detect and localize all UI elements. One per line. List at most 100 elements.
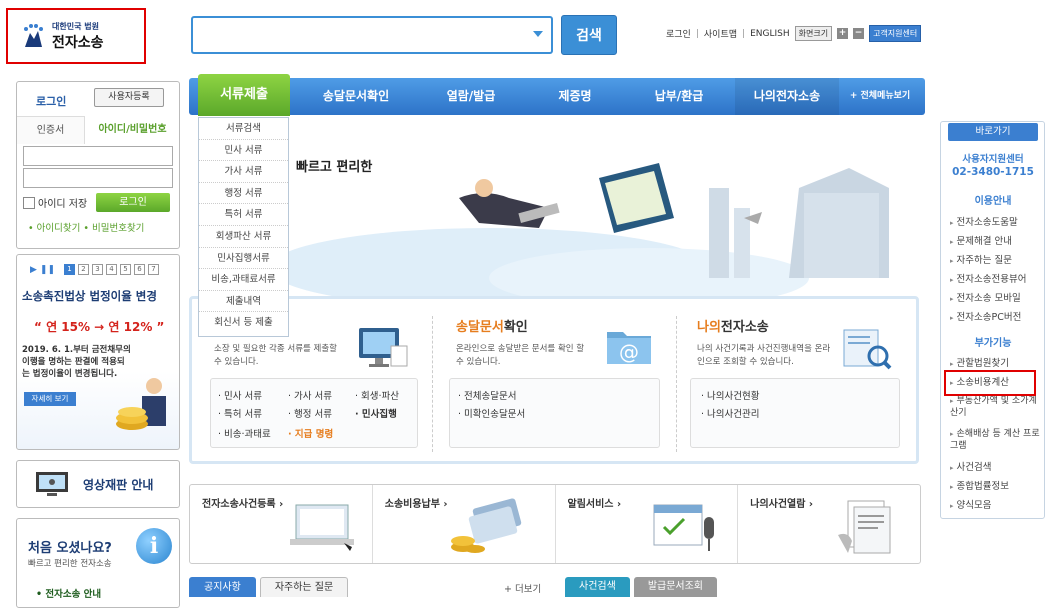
nav-delivery[interactable]: 송달문서확인 bbox=[297, 78, 415, 115]
shortcut-alert-service[interactable]: 알림서비스 › bbox=[556, 485, 739, 563]
banner-page[interactable]: 2 bbox=[78, 264, 90, 275]
banner-page[interactable]: 7 bbox=[148, 264, 160, 275]
sitemap-link[interactable]: 사이트맵 bbox=[704, 27, 737, 40]
find-password-link[interactable]: • 비밀번호찾기 bbox=[83, 223, 144, 234]
main-nav: 송달문서확인 열람/발급 제증명 납부/환급 나의전자소송 + 전체메뉴보기 서… bbox=[189, 74, 925, 116]
quick-link[interactable]: 양식모음 bbox=[950, 499, 1042, 513]
s3-title[interactable]: 나의전자소송 bbox=[697, 316, 769, 335]
zoom-out-button[interactable]: − bbox=[853, 28, 865, 39]
link-my-case-status[interactable]: · 나의사건현황 bbox=[701, 388, 759, 402]
banner-more-button[interactable]: 자세히 보기 bbox=[24, 392, 76, 406]
nav-my-litigation[interactable]: 나의전자소송 bbox=[735, 78, 839, 115]
support-center-button[interactable]: 고객지원센터 bbox=[869, 25, 922, 42]
menu-execution-docs[interactable]: 민사집행서류 bbox=[199, 248, 288, 270]
quick-link[interactable]: 전자소송도움말 bbox=[950, 216, 1042, 230]
banner-page[interactable]: 6 bbox=[134, 264, 146, 275]
save-id-checkbox[interactable]: 아이디 저장 bbox=[23, 195, 87, 210]
menu-civil-docs[interactable]: 민사 서류 bbox=[199, 140, 288, 162]
tab-faq[interactable]: 자주하는 질문 bbox=[259, 577, 349, 597]
link-family-docs[interactable]: · 가사 서류 bbox=[288, 388, 332, 402]
extra-heading: 부가기능 bbox=[974, 338, 1012, 349]
register-button[interactable]: 사용자등록 bbox=[94, 88, 164, 107]
support-phone: 02-3480-1715 bbox=[952, 166, 1034, 178]
zoom-label: 화면크기 bbox=[794, 26, 833, 41]
menu-patent-docs[interactable]: 특허 서류 bbox=[199, 204, 288, 226]
link-patent-docs[interactable]: · 특허 서류 bbox=[218, 406, 262, 420]
menu-nonlitigation-docs[interactable]: 비송,과태료서류 bbox=[199, 269, 288, 291]
password-field[interactable] bbox=[23, 168, 173, 188]
link-my-case-manage[interactable]: · 나의사건관리 bbox=[701, 406, 759, 420]
find-id-link[interactable]: • 아이디찾기 bbox=[28, 223, 80, 234]
quick-link[interactable]: 자주하는 질문 bbox=[950, 254, 1042, 268]
menu-admin-docs[interactable]: 행정 서류 bbox=[199, 183, 288, 205]
link-nonlitigation[interactable]: · 비송·과태료 bbox=[218, 426, 271, 440]
quick-link[interactable]: 종합법률정보 bbox=[950, 480, 1042, 494]
menu-bankruptcy-docs[interactable]: 회생파산 서류 bbox=[199, 226, 288, 248]
documents-hand-icon bbox=[838, 500, 891, 554]
s3-desc: 나의 사건기록과 사건진행내역을 온라인으로 조회할 수 있습니다. bbox=[697, 344, 831, 367]
quick-link[interactable]: 손해배상 등 계산 프로그램 bbox=[950, 428, 1042, 452]
highlight-box bbox=[944, 370, 1036, 396]
nav-document-submit[interactable]: 서류제출 bbox=[198, 74, 290, 116]
quick-link[interactable]: 전자소송 모바일 bbox=[950, 292, 1042, 306]
link-all-delivery[interactable]: · 전체송달문서 bbox=[458, 388, 516, 402]
chevron-down-icon[interactable] bbox=[533, 31, 543, 37]
nav-payment[interactable]: 납부/환급 bbox=[623, 78, 735, 115]
shortcut-cost-payment[interactable]: 소송비용납부 › bbox=[373, 485, 556, 563]
email-folder-icon: @ bbox=[607, 332, 651, 364]
tab-certificate[interactable]: 인증서 bbox=[17, 116, 85, 144]
shortcut-case-view[interactable]: 나의사건열람 › bbox=[738, 485, 920, 563]
banner-page[interactable]: 3 bbox=[92, 264, 104, 275]
video-trial-box[interactable]: 영상재판 안내 bbox=[16, 460, 180, 508]
more-link[interactable]: + 더보기 bbox=[504, 581, 541, 595]
login-link[interactable]: 로그인 bbox=[666, 27, 691, 40]
banner-page[interactable]: 4 bbox=[106, 264, 118, 275]
menu-doc-search[interactable]: 서류검색 bbox=[199, 118, 288, 140]
quick-link[interactable]: 전자소송전용뷰어 bbox=[950, 273, 1042, 287]
search-input[interactable] bbox=[191, 16, 553, 54]
support-center-name: 사용자지원센터 bbox=[962, 154, 1024, 165]
quick-link[interactable]: 사건검색 bbox=[950, 461, 1042, 475]
quick-link[interactable]: 전자소송PC버전 bbox=[950, 311, 1042, 325]
hero-text: 빠르고 편리한 bbox=[296, 160, 373, 175]
link-payment-order[interactable]: · 지급 명령 bbox=[288, 426, 333, 440]
search-button[interactable]: 검색 bbox=[561, 15, 617, 55]
tab-case-search[interactable]: 사건검색 bbox=[565, 577, 630, 597]
pause-icon[interactable]: ❚❚ bbox=[40, 265, 55, 275]
quick-link[interactable]: 부동산가액 및 소가계산기 bbox=[950, 395, 1042, 419]
quick-link[interactable]: 관할법원찾기 bbox=[950, 357, 1042, 371]
tab-id-password[interactable]: 아이디/비밀번호 bbox=[86, 116, 179, 144]
shortcut-case-register[interactable]: 전자소송사건등록 › bbox=[190, 485, 373, 563]
nav-all-menu[interactable]: + 전체메뉴보기 bbox=[839, 78, 921, 115]
menu-submission-history[interactable]: 제출내역 bbox=[199, 291, 288, 313]
banner-page[interactable]: 5 bbox=[120, 264, 132, 275]
login-button[interactable]: 로그인 bbox=[96, 193, 170, 212]
nav-view-issue[interactable]: 열람/발급 bbox=[415, 78, 527, 115]
link-bankruptcy[interactable]: · 회생·파산 bbox=[355, 388, 399, 402]
link-civil-docs[interactable]: · 민사 서류 bbox=[218, 388, 262, 402]
play-icon[interactable]: ▶ bbox=[30, 265, 37, 275]
s2-title[interactable]: 송달문서확인 bbox=[456, 316, 528, 335]
guide-link[interactable]: • 전자소송 안내 bbox=[36, 586, 101, 600]
banner-page[interactable]: 1 bbox=[64, 264, 76, 275]
banner-title: 소송촉진법상 법정이율 변경 bbox=[22, 289, 157, 303]
menu-reply-submit[interactable]: 회신서 등 제출 bbox=[199, 312, 288, 334]
login-title: 로그인 bbox=[36, 95, 67, 108]
link-civil-execution[interactable]: · 민사집행 bbox=[355, 406, 397, 420]
quick-link[interactable]: 문제해결 안내 bbox=[950, 235, 1042, 249]
businessman-coins-icon bbox=[116, 378, 166, 430]
first-sub: 빠르고 편리한 전자소송 bbox=[28, 559, 112, 569]
tab-notice[interactable]: 공지사항 bbox=[189, 577, 256, 597]
banner-rate: “ 연 15% → 연 12% ” bbox=[34, 320, 165, 334]
video-label: 영상재판 안내 bbox=[83, 477, 154, 492]
court-logo[interactable]: 대한민국 법원 전자소송 bbox=[6, 8, 146, 64]
nav-certificate[interactable]: 제증명 bbox=[527, 78, 623, 115]
court-emblem-icon bbox=[24, 24, 43, 47]
english-link[interactable]: ENGLISH bbox=[750, 29, 790, 39]
id-field[interactable] bbox=[23, 146, 173, 166]
menu-family-docs[interactable]: 가사 서류 bbox=[199, 161, 288, 183]
tab-issued-docs[interactable]: 발급문서조회 bbox=[633, 577, 718, 597]
link-admin-docs[interactable]: · 행정 서류 bbox=[288, 406, 332, 420]
zoom-in-button[interactable]: + bbox=[837, 28, 849, 39]
link-unread-delivery[interactable]: · 미확인송달문서 bbox=[458, 406, 525, 420]
